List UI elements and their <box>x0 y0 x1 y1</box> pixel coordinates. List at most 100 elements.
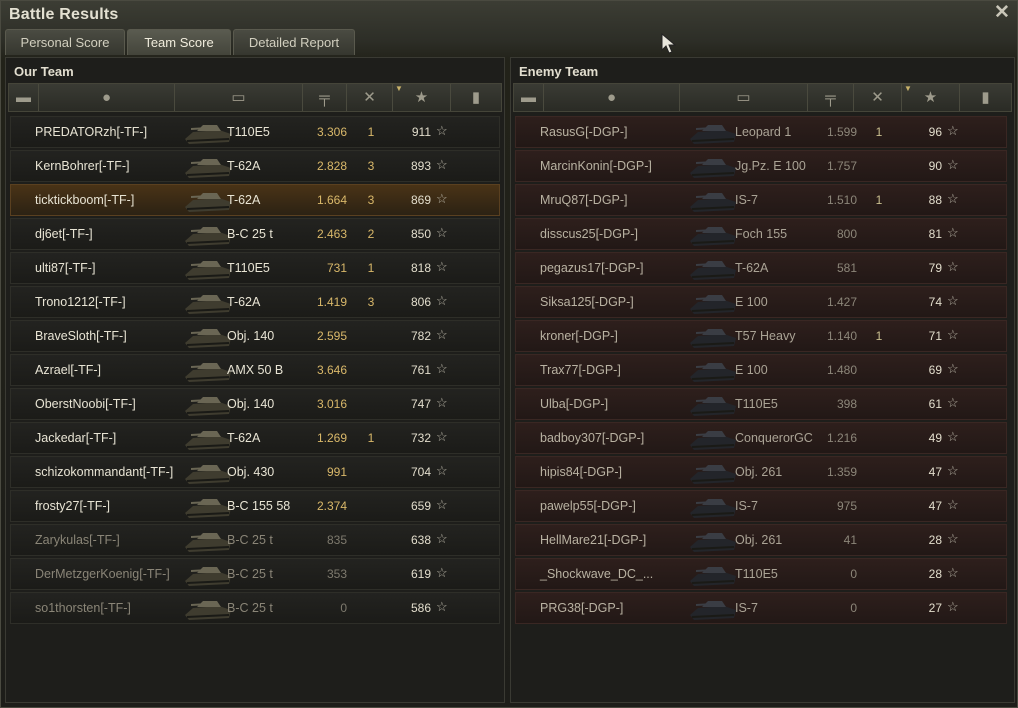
xp-value: 761 <box>410 363 431 377</box>
vehicle-name: T-62A <box>735 261 769 275</box>
damage-column-header[interactable]: ╤ <box>808 84 854 111</box>
tank-icon <box>686 357 740 385</box>
vehicle-name: B-C 25 t <box>227 227 273 241</box>
vehicle-name: IS-7 <box>735 499 758 513</box>
star-icon: ☆ <box>436 225 448 240</box>
xp-value: 806 <box>410 295 431 309</box>
medal-icon: ▮ <box>981 89 990 106</box>
player-row[interactable]: KernBohrer[-TF-] T-62A 2.828 3 893 ☆ <box>10 150 500 182</box>
close-icon[interactable]: ✕ <box>993 3 1011 22</box>
player-row[interactable]: Ulba[-DGP-] T110E5 398 61 ☆ <box>515 388 1007 420</box>
squad-column-header[interactable]: ▬ <box>9 84 39 111</box>
damage-value: 1.419 <box>316 295 347 309</box>
kills-column-header[interactable]: ✕ <box>347 84 393 111</box>
player-row[interactable]: PREDATORzh[-TF-] T110E5 3.306 1 911 ☆ <box>10 116 500 148</box>
xp-column-header[interactable]: ▼ ★ <box>393 84 451 111</box>
star-icon: ☆ <box>436 157 448 172</box>
vehicle-name: Leopard 1 <box>735 125 792 139</box>
player-row[interactable]: ulti87[-TF-] T110E5 731 1 818 ☆ <box>10 252 500 284</box>
player-row[interactable]: BraveSloth[-TF-] Obj. 140 2.595 782 ☆ <box>10 320 500 352</box>
player-row[interactable]: pawelp55[-DGP-] IS-7 975 47 ☆ <box>515 490 1007 522</box>
player-row[interactable]: Trono1212[-TF-] T-62A 1.419 3 806 ☆ <box>10 286 500 318</box>
player-column-header[interactable]: ● <box>39 84 175 111</box>
player-row[interactable]: disscus25[-DGP-] Foch 155 800 81 ☆ <box>515 218 1007 250</box>
star-icon: ☆ <box>436 327 448 342</box>
player-row[interactable]: OberstNoobi[-TF-] Obj. 140 3.016 747 ☆ <box>10 388 500 420</box>
player-row[interactable]: Jackedar[-TF-] T-62A 1.269 1 732 ☆ <box>10 422 500 454</box>
vehicle-column-header[interactable]: ▭ <box>680 84 808 111</box>
kills-icon: ✕ <box>363 89 376 106</box>
player-row[interactable]: DerMetzgerKoenig[-TF-] B-C 25 t 353 619 ☆ <box>10 558 500 590</box>
player-row[interactable]: dj6et[-TF-] B-C 25 t 2.463 2 850 ☆ <box>10 218 500 250</box>
squad-column-header[interactable]: ▬ <box>514 84 544 111</box>
xp-value: 69 <box>928 363 942 377</box>
player-row[interactable]: Azrael[-TF-] AMX 50 B 3.646 761 ☆ <box>10 354 500 386</box>
damage-value: 0 <box>850 567 857 581</box>
damage-value: 41 <box>843 533 857 547</box>
player-row[interactable]: kroner[-DGP-] T57 Heavy 1.140 1 71 ☆ <box>515 320 1007 352</box>
player-row[interactable]: HellMare21[-DGP-] Obj. 261 41 28 ☆ <box>515 524 1007 556</box>
player-row[interactable]: MruQ87[-DGP-] IS-7 1.510 1 88 ☆ <box>515 184 1007 216</box>
player-row[interactable]: schizokommandant[-TF-] Obj. 430 991 704 ☆ <box>10 456 500 488</box>
kills-value: 3 <box>367 159 375 173</box>
star-icon: ☆ <box>947 157 959 172</box>
player-name: MruQ87[-DGP-] <box>540 193 628 207</box>
tank-icon <box>686 595 740 623</box>
tab-personal-score[interactable]: Personal Score <box>5 29 125 55</box>
kills-column-header[interactable]: ✕ <box>854 84 902 111</box>
kills-value: 3 <box>367 193 375 207</box>
player-row[interactable]: hipis84[-DGP-] Obj. 261 1.359 47 ☆ <box>515 456 1007 488</box>
our-team-header: ▬ ● ▭ ╤ ✕ ▼ ★ ▮ <box>8 83 502 112</box>
vehicle-column-header[interactable]: ▭ <box>175 84 303 111</box>
vehicle-name: Obj. 430 <box>227 465 275 479</box>
player-name: Trono1212[-TF-] <box>35 295 126 309</box>
vehicle-name: Obj. 261 <box>735 465 783 479</box>
player-row[interactable]: Zarykulas[-TF-] B-C 25 t 835 638 ☆ <box>10 524 500 556</box>
player-row[interactable]: ticktickboom[-TF-] T-62A 1.664 3 869 ☆ <box>10 184 500 216</box>
player-row[interactable]: so1thorsten[-TF-] B-C 25 t 0 586 ☆ <box>10 592 500 624</box>
damage-value: 2.463 <box>316 227 347 241</box>
kills-value: 1 <box>875 329 883 343</box>
player-row[interactable]: pegazus17[-DGP-] T-62A 581 79 ☆ <box>515 252 1007 284</box>
star-icon: ☆ <box>436 361 448 376</box>
tank-icon <box>686 153 740 181</box>
vehicle-name: T110E5 <box>735 567 778 581</box>
player-row[interactable]: PRG38[-DGP-] IS-7 0 27 ☆ <box>515 592 1007 624</box>
title-bar: Battle Results ✕ <box>1 1 1018 29</box>
mouse-cursor-icon <box>661 33 677 54</box>
player-name: pawelp55[-DGP-] <box>540 499 636 513</box>
vehicle-name: B-C 25 t <box>227 533 273 547</box>
damage-icon: ╤ <box>825 89 836 106</box>
tank-icon <box>686 255 740 283</box>
damage-value: 2.374 <box>316 499 347 513</box>
xp-value: 893 <box>410 159 431 173</box>
tab-detailed-report[interactable]: Detailed Report <box>233 29 355 55</box>
player-row[interactable]: Siksa125[-DGP-] E 100 1.427 74 ☆ <box>515 286 1007 318</box>
player-row[interactable]: Trax77[-DGP-] E 100 1.480 69 ☆ <box>515 354 1007 386</box>
player-name: hipis84[-DGP-] <box>540 465 622 479</box>
xp-column-header[interactable]: ▼ ★ <box>902 84 960 111</box>
star-icon: ☆ <box>947 429 959 444</box>
medal-column-header[interactable]: ▮ <box>451 84 501 111</box>
player-name: ulti87[-TF-] <box>35 261 96 275</box>
medal-column-header[interactable]: ▮ <box>960 84 1011 111</box>
damage-column-header[interactable]: ╤ <box>303 84 347 111</box>
xp-value: 659 <box>410 499 431 513</box>
vehicle-name: T-62A <box>227 295 261 309</box>
player-row[interactable]: RasusG[-DGP-] Leopard 1 1.599 1 96 ☆ <box>515 116 1007 148</box>
player-row[interactable]: frosty27[-TF-] B-C 155 58 2.374 659 ☆ <box>10 490 500 522</box>
player-name: OberstNoobi[-TF-] <box>35 397 136 411</box>
squad-icon: ▬ <box>521 89 536 106</box>
xp-value: 47 <box>928 465 942 479</box>
player-row[interactable]: _Shockwave_DC_... T110E5 0 28 ☆ <box>515 558 1007 590</box>
damage-value: 0 <box>340 601 347 615</box>
tab-team-score[interactable]: Team Score <box>127 29 231 55</box>
player-row[interactable]: badboy307[-DGP-] ConquerorGC 1.216 49 ☆ <box>515 422 1007 454</box>
player-row[interactable]: MarcinKonin[-DGP-] Jg.Pz. E 100 1.757 90 ☆ <box>515 150 1007 182</box>
player-name: BraveSloth[-TF-] <box>35 329 127 343</box>
vehicle-name: AMX 50 B <box>227 363 284 377</box>
vehicle-name: Obj. 140 <box>227 329 275 343</box>
damage-value: 1.140 <box>826 329 857 343</box>
star-icon: ☆ <box>947 599 959 614</box>
player-column-header[interactable]: ● <box>544 84 680 111</box>
